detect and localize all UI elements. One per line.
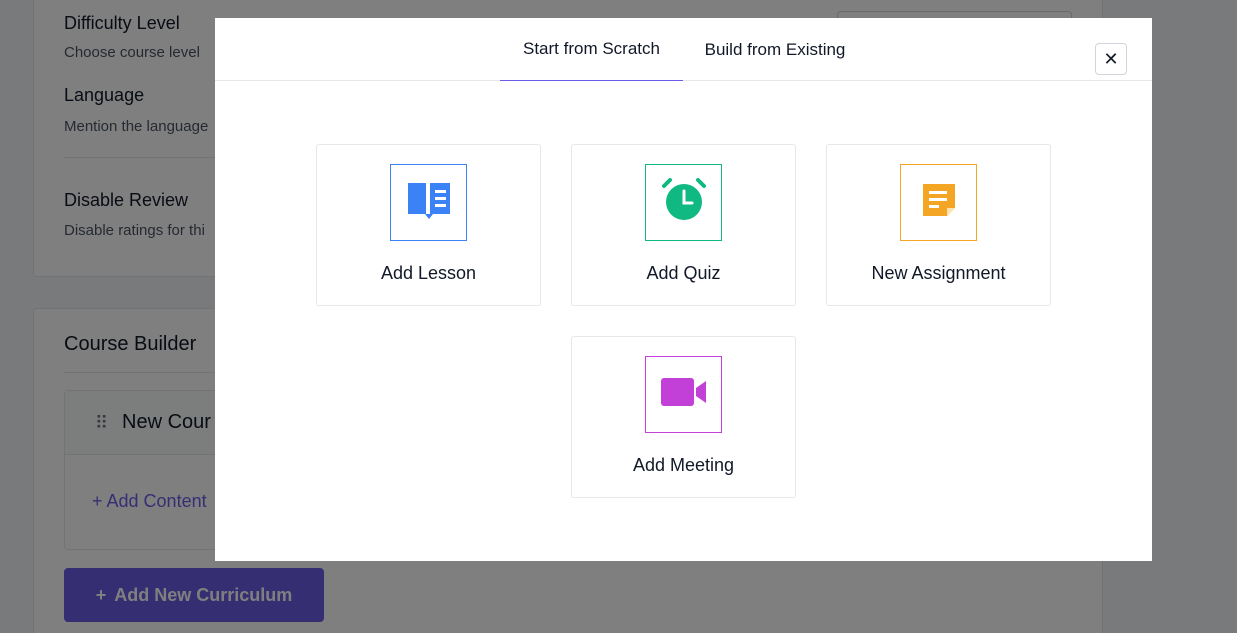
close-icon: ✕ <box>1103 48 1119 69</box>
new-assignment-option[interactable]: New Assignment <box>826 144 1051 306</box>
add-quiz-option[interactable]: Add Quiz <box>571 144 796 306</box>
add-meeting-label: Add Meeting <box>632 455 735 475</box>
close-button[interactable]: ✕ <box>1095 43 1127 75</box>
alarm-clock-icon <box>661 178 707 227</box>
note-icon <box>919 180 959 225</box>
lesson-icon-frame <box>390 164 467 241</box>
modal-tabs: Start from Scratch Build from Existing <box>215 18 1152 81</box>
book-icon <box>406 180 452 225</box>
new-assignment-label: New Assignment <box>871 263 1006 283</box>
tab-start-from-scratch[interactable]: Start from Scratch <box>500 18 683 81</box>
add-meeting-option[interactable]: Add Meeting <box>571 336 796 498</box>
quiz-icon-frame <box>645 164 722 241</box>
video-camera-icon <box>660 376 708 413</box>
content-type-modal: Start from Scratch Build from Existing ✕… <box>215 18 1152 561</box>
tab-build-from-existing[interactable]: Build from Existing <box>693 18 857 81</box>
add-lesson-label: Add Lesson <box>380 263 477 283</box>
assignment-icon-frame <box>900 164 977 241</box>
add-quiz-label: Add Quiz <box>646 263 721 283</box>
add-lesson-option[interactable]: Add Lesson <box>316 144 541 306</box>
meeting-icon-frame <box>645 356 722 433</box>
